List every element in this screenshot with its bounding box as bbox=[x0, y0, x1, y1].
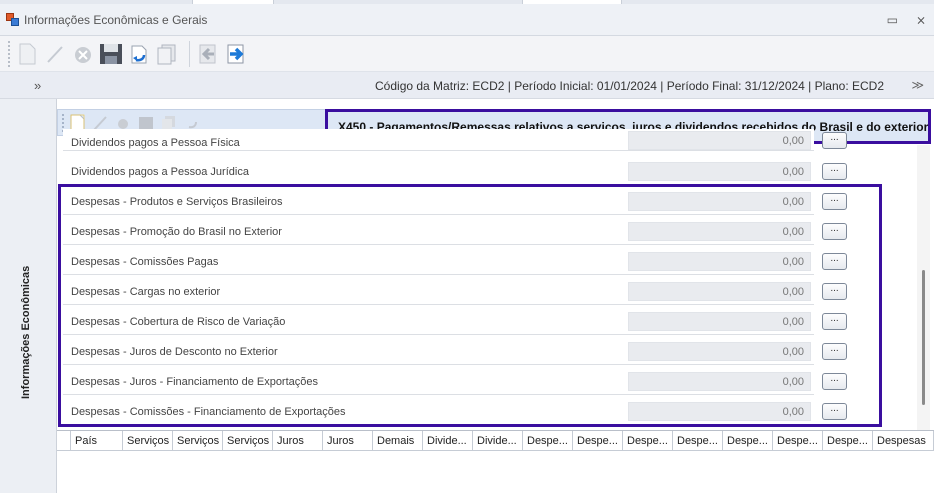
row-lookup-button[interactable]: ... bbox=[822, 132, 847, 149]
undo-icon[interactable] bbox=[127, 41, 151, 67]
expand-nav-button[interactable]: » bbox=[34, 78, 41, 93]
app-icon bbox=[6, 12, 20, 27]
toolbar-separator bbox=[189, 40, 190, 67]
window-titlebar: Informações Econômicas e Gerais ▭ ⨯ bbox=[0, 4, 934, 36]
grid-row-indicator bbox=[57, 431, 71, 451]
main-toolbar bbox=[0, 36, 934, 72]
grid-column-header[interactable]: Serviços bbox=[123, 431, 173, 451]
grid-column-header[interactable]: Serviços bbox=[223, 431, 273, 451]
grid-column-header[interactable]: Divide... bbox=[423, 431, 473, 451]
highlight-box bbox=[58, 184, 882, 427]
minimize-button[interactable]: ▭ bbox=[887, 13, 898, 27]
row-label: Dividendos pagos a Pessoa Física bbox=[71, 137, 240, 149]
grid-column-header[interactable]: Demais bbox=[373, 431, 423, 451]
delete-icon[interactable] bbox=[71, 41, 95, 67]
grid-header: País Serviços Serviços Serviços Juros Ju… bbox=[57, 431, 934, 451]
grid-column-header[interactable]: País bbox=[71, 431, 123, 451]
data-grid: País Serviços Serviços Serviços Juros Ju… bbox=[57, 430, 934, 493]
window-title: Informações Econômicas e Gerais bbox=[24, 12, 208, 27]
grid-column-header[interactable]: Despe... bbox=[773, 431, 823, 451]
row-value-field[interactable]: 0,00 bbox=[628, 162, 811, 181]
row-label: Dividendos pagos a Pessoa Jurídica bbox=[71, 166, 249, 178]
context-infobar: » Código da Matriz: ECD2 | Período Inici… bbox=[0, 72, 934, 99]
forward-icon[interactable] bbox=[224, 41, 248, 67]
nav-vertical-label[interactable]: Informações Econômicas bbox=[20, 266, 32, 399]
grid-column-header[interactable]: Despesas bbox=[873, 431, 934, 451]
row-dividendos-pf: Dividendos pagos a Pessoa Física 0,00 bbox=[63, 129, 814, 151]
toolbar-grip[interactable] bbox=[8, 40, 11, 67]
edit-icon[interactable] bbox=[43, 41, 67, 67]
grid-column-header[interactable]: Despe... bbox=[673, 431, 723, 451]
grid-column-header[interactable]: Despe... bbox=[623, 431, 673, 451]
context-info-text: Código da Matriz: ECD2 | Período Inicial… bbox=[375, 79, 884, 93]
scrollbar-thumb[interactable] bbox=[922, 270, 925, 405]
grid-column-header[interactable]: Serviços bbox=[173, 431, 223, 451]
grid-column-header[interactable]: Despe... bbox=[723, 431, 773, 451]
copy-icon[interactable] bbox=[155, 41, 179, 67]
grid-column-header[interactable]: Divide... bbox=[473, 431, 523, 451]
collapse-infobar-button[interactable]: ≫ bbox=[911, 78, 924, 92]
back-icon[interactable] bbox=[196, 41, 220, 67]
grid-column-header[interactable]: Despe... bbox=[523, 431, 573, 451]
row-value-field[interactable]: 0,00 bbox=[628, 131, 811, 150]
left-navigation-pane: Informações Econômicas bbox=[0, 99, 57, 493]
grid-column-header[interactable]: Juros bbox=[323, 431, 373, 451]
row-lookup-button[interactable]: ... bbox=[822, 163, 847, 180]
grid-column-header[interactable]: Juros bbox=[273, 431, 323, 451]
new-icon[interactable] bbox=[15, 41, 39, 67]
grid-column-header[interactable]: Despe... bbox=[823, 431, 873, 451]
row-dividendos-pj: Dividendos pagos a Pessoa Jurídica 0,00 bbox=[63, 159, 814, 185]
close-button[interactable]: ⨯ bbox=[916, 13, 926, 27]
save-icon[interactable] bbox=[99, 41, 123, 67]
grid-column-header[interactable]: Despe... bbox=[573, 431, 623, 451]
